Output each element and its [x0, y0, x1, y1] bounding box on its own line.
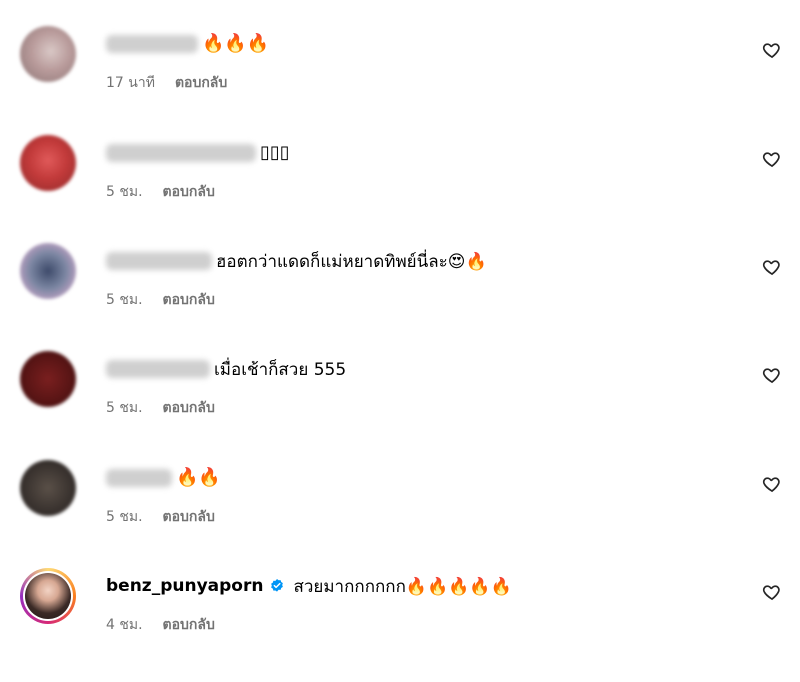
heart-outline-icon[interactable]: [762, 40, 782, 60]
reply-button[interactable]: ตอบกลับ: [175, 72, 227, 94]
avatar[interactable]: [20, 460, 76, 516]
reply-button[interactable]: ตอบกลับ: [163, 614, 215, 636]
comment-item: 🔥🔥🔥 17 นาที ตอบกลับ: [0, 16, 800, 116]
comment-item: benz_punyaporn สวยมากกกกกก🔥🔥🔥🔥🔥 4 ชม. ตอ…: [0, 558, 800, 658]
comment-line: 🔥🔥: [106, 464, 221, 492]
heart-outline-icon[interactable]: [762, 149, 782, 169]
comment-time: 5 ชม.: [106, 509, 143, 525]
comment-line: ฮอตกว่าแดดก็แม่หยาดทิพย์นี่ละ😍🔥: [106, 247, 487, 275]
comment-time: 4 ชม.: [106, 617, 143, 633]
comment-text: เมื่อเช้าก็สวย 555: [214, 359, 347, 380]
comment-text: สวยมากกกกกก🔥🔥🔥🔥🔥: [293, 576, 512, 597]
comment-meta: 4 ชม. ตอบกลับ: [106, 616, 215, 634]
comment-line: 🔥🔥🔥: [106, 30, 269, 58]
heart-outline-icon[interactable]: [762, 365, 782, 385]
avatar[interactable]: [20, 135, 76, 191]
comment-line: เมื่อเช้าก็สวย 555: [106, 355, 346, 383]
comment-meta: 5 ชม. ตอบกลับ: [106, 508, 215, 526]
comment-meta: 5 ชม. ตอบกลับ: [106, 291, 215, 309]
heart-outline-icon[interactable]: [762, 582, 782, 602]
comment-meta: 5 ชม. ตอบกลับ: [106, 183, 215, 201]
reply-button[interactable]: ตอบกลับ: [163, 397, 215, 419]
comment-item: ▯▯▯ 5 ชม. ตอบกลับ: [0, 125, 800, 225]
heart-outline-icon[interactable]: [762, 474, 782, 494]
avatar-photo: [25, 573, 71, 619]
avatar-ring-gap: [23, 571, 73, 621]
comment-time: 5 ชม.: [106, 184, 143, 200]
comment-text: 🔥🔥🔥: [202, 33, 270, 54]
blurred-username[interactable]: [106, 469, 172, 487]
reply-button[interactable]: ตอบกลับ: [163, 181, 215, 203]
blurred-username[interactable]: [106, 360, 210, 378]
comment-text: 🔥🔥: [176, 467, 221, 488]
reply-button[interactable]: ตอบกลับ: [163, 506, 215, 528]
avatar[interactable]: [20, 243, 76, 299]
comment-time: 5 ชม.: [106, 292, 143, 308]
avatar[interactable]: [20, 351, 76, 407]
verified-badge-icon: [271, 579, 284, 592]
avatar[interactable]: [20, 26, 76, 82]
avatar[interactable]: [20, 568, 76, 624]
blurred-username[interactable]: [106, 144, 256, 162]
comment-text: ▯▯▯: [260, 142, 290, 163]
comment-item: เมื่อเช้าก็สวย 555 5 ชม. ตอบกลับ: [0, 341, 800, 441]
comment-meta: 5 ชม. ตอบกลับ: [106, 399, 215, 417]
comment-line: ▯▯▯: [106, 139, 290, 167]
username-link[interactable]: benz_punyaporn: [106, 576, 263, 596]
comment-text: ฮอตกว่าแดดก็แม่หยาดทิพย์นี่ละ😍🔥: [216, 251, 487, 272]
comment-line: benz_punyaporn สวยมากกกกกก🔥🔥🔥🔥🔥: [106, 572, 512, 600]
comment-time: 17 นาที: [106, 75, 155, 91]
comment-item: ฮอตกว่าแดดก็แม่หยาดทิพย์นี่ละ😍🔥 5 ชม. ตอ…: [0, 233, 800, 333]
reply-button[interactable]: ตอบกลับ: [163, 289, 215, 311]
comment-item: 🔥🔥 5 ชม. ตอบกลับ: [0, 450, 800, 550]
heart-outline-icon[interactable]: [762, 257, 782, 277]
comment-list: 🔥🔥🔥 17 นาที ตอบกลับ ▯▯▯ 5 ชม. ตอบกลับ ฮอ…: [0, 0, 800, 682]
blurred-username[interactable]: [106, 35, 198, 53]
comment-meta: 17 นาที ตอบกลับ: [106, 74, 227, 92]
comment-time: 5 ชม.: [106, 400, 143, 416]
blurred-username[interactable]: [106, 252, 212, 270]
